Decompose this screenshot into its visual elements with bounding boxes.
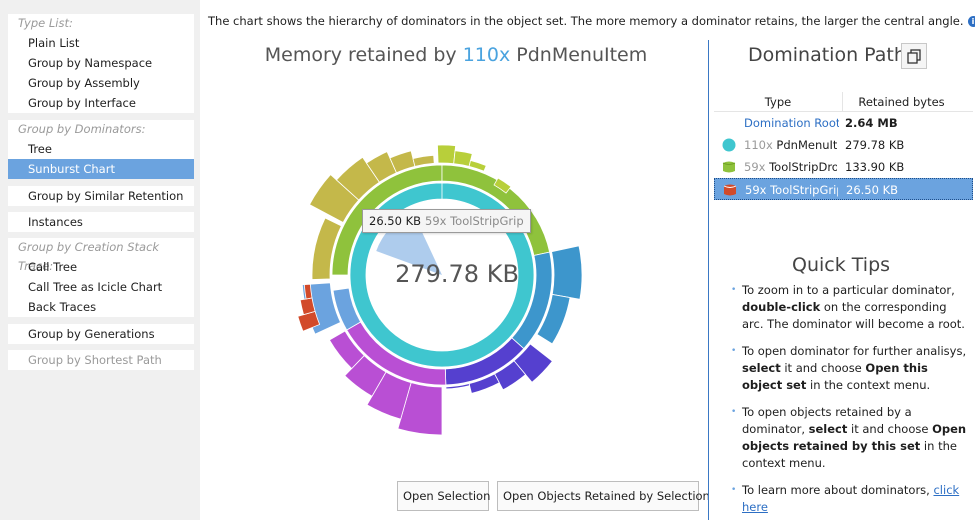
row-type: 59x ToolStripGrip xyxy=(745,183,838,197)
sidebar-item-generations[interactable]: Group by Generations xyxy=(8,324,194,344)
sidebar-item-plain-list[interactable]: Plain List xyxy=(8,33,194,53)
cylinder-red-icon xyxy=(723,184,737,196)
table-row[interactable]: Domination Root 2.64 MB xyxy=(714,112,973,134)
chart-tooltip: 26.50 KB 59x ToolStripGrip xyxy=(362,209,531,233)
row-size: 2.64 MB xyxy=(845,116,898,130)
quick-tips-title: Quick Tips xyxy=(792,254,891,276)
dominators-group: Group by Dominators: Tree Sunburst Chart xyxy=(8,120,194,179)
sidebar-item-tree[interactable]: Tree xyxy=(8,139,194,159)
sidebar-item-group-by-assembly[interactable]: Group by Assembly xyxy=(8,73,194,93)
creation-stack-group: Group by Creation Stack Trace: Call Tree… xyxy=(8,238,194,317)
type-list-group: Type List: Plain List Group by Namespace… xyxy=(8,14,194,113)
sidebar-item-instances[interactable]: Instances xyxy=(8,212,194,232)
view-sidebar: Type List: Plain List Group by Namespace… xyxy=(0,0,200,520)
row-size: 26.50 KB xyxy=(846,183,899,197)
title-prefix: Memory retained by xyxy=(264,44,463,66)
sidebar-item-call-tree[interactable]: Call Tree xyxy=(8,257,194,277)
chart-description: The chart shows the hierarchy of dominat… xyxy=(208,14,975,28)
info-icon[interactable]: i xyxy=(967,16,975,27)
center-value: 279.78 KB xyxy=(395,260,519,288)
circle-icon xyxy=(722,138,736,152)
table-row[interactable]: 59x ToolStripDropDown 133.90 KB xyxy=(714,156,973,178)
olive-arc[interactable] xyxy=(412,154,435,167)
panel-divider xyxy=(708,40,709,520)
similar-retention-group: Group by Similar Retention xyxy=(8,186,194,206)
row-size: 279.78 KB xyxy=(845,138,905,152)
red-arc[interactable] xyxy=(303,283,313,300)
tip-learn-more: To learn more about dominators, click he… xyxy=(730,482,970,516)
tip-open-retained: To open objects retained by a dominator,… xyxy=(730,404,970,472)
sidebar-item-sunburst-chart[interactable]: Sunburst Chart xyxy=(8,159,194,179)
generations-group: Group by Generations xyxy=(8,324,194,344)
row-size: 133.90 KB xyxy=(845,160,905,174)
sidebar-item-similar-retention[interactable]: Group by Similar Retention xyxy=(8,186,194,206)
app-window: Type List: Plain List Group by Namespace… xyxy=(0,0,975,520)
tooltip-name: 59x ToolStripGrip xyxy=(425,214,524,228)
instances-group: Instances xyxy=(8,212,194,232)
sidebar-item-group-by-namespace[interactable]: Group by Namespace xyxy=(8,53,194,73)
sidebar-item-icicle-chart[interactable]: Call Tree as Icicle Chart xyxy=(8,277,194,297)
tip-open-dominator: To open dominator for further analisys, … xyxy=(730,343,970,394)
domination-path-table: Type Retained bytes Domination Root 2.64… xyxy=(714,92,973,200)
table-header: Type Retained bytes xyxy=(714,92,973,112)
domination-path-title: Domination Path xyxy=(748,44,906,66)
title-type: PdnMenuItem xyxy=(510,44,648,66)
group-header: Type List: xyxy=(18,16,73,30)
group-header: Group by Creation Stack Trace: xyxy=(18,240,160,273)
steel-arc[interactable] xyxy=(551,245,583,300)
row-type: 110x PdnMenuItem xyxy=(744,138,837,152)
tip-zoom: To zoom in to a particular dominator, do… xyxy=(730,282,970,333)
sidebar-item-back-traces[interactable]: Back Traces xyxy=(8,297,194,317)
sidebar-item-shortest-path[interactable]: Group by Shortest Path xyxy=(8,350,194,370)
tooltip-value: 26.50 KB xyxy=(369,214,422,228)
open-retained-button[interactable]: Open Objects Retained by Selection xyxy=(497,481,710,511)
chart-title: Memory retained by 110x PdnMenuItem xyxy=(256,44,656,66)
lime-arc[interactable] xyxy=(437,144,457,165)
copy-icon xyxy=(907,49,921,64)
row-type: Domination Root xyxy=(744,116,839,130)
table-row-selected[interactable]: 59x ToolStripGrip 26.50 KB xyxy=(714,178,973,200)
red-arc[interactable] xyxy=(299,297,316,316)
column-header-retained[interactable]: Retained bytes xyxy=(842,92,960,112)
shortest-path-group: Group by Shortest Path xyxy=(8,350,194,370)
table-row[interactable]: 110x PdnMenuItem 279.78 KB xyxy=(714,134,973,156)
open-selection-button[interactable]: Open Selection xyxy=(397,481,490,511)
cylinder-green-icon xyxy=(722,161,736,173)
title-count: 110x xyxy=(462,44,511,66)
sidebar-item-group-by-interface[interactable]: Group by Interface xyxy=(8,93,194,113)
description-text: The chart shows the hierarchy of dominat… xyxy=(208,14,964,28)
copy-path-button[interactable] xyxy=(901,43,927,69)
quick-tips-list: To zoom in to a particular dominator, do… xyxy=(730,282,970,520)
column-header-type[interactable]: Type xyxy=(714,92,842,112)
row-type: 59x ToolStripDropDown xyxy=(744,160,837,174)
group-header: Group by Dominators: xyxy=(18,122,146,136)
